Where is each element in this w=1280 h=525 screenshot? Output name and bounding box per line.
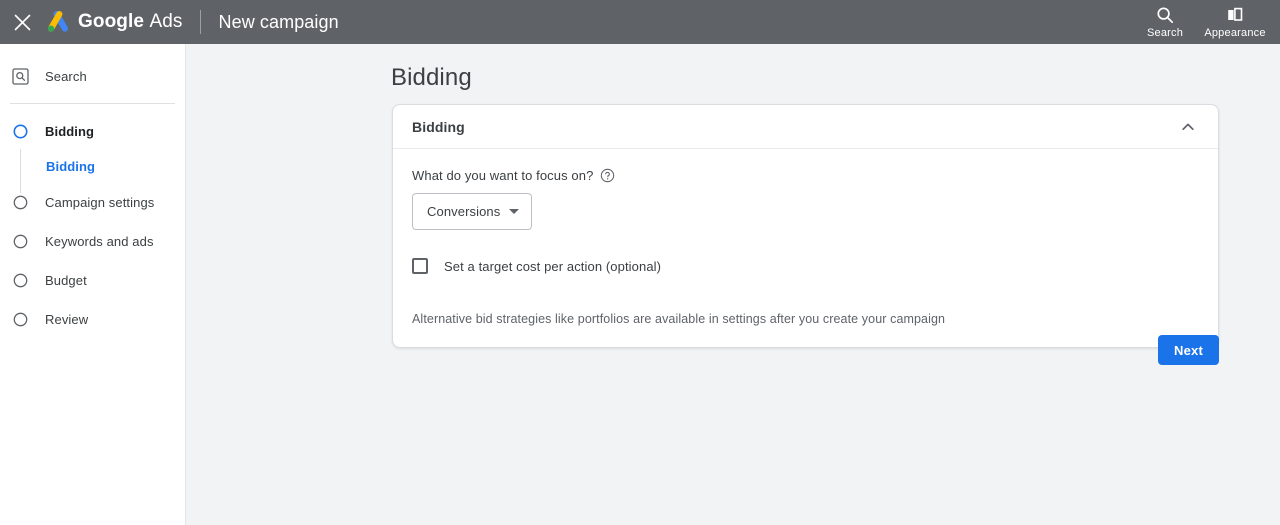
caret-down-icon [509,209,520,214]
bid-strategy-note: Alternative bid strategies like portfoli… [412,312,946,326]
focus-field-label-row: What do you want to focus on? [412,168,1199,183]
top-app-bar: Google Ads New campaign Search Appearanc… [0,0,1280,44]
bidding-card-body: What do you want to focus on? Conversion… [393,149,1218,347]
help-circle-icon[interactable] [600,168,615,183]
sidebar-item-bidding[interactable]: Bidding [0,115,185,147]
focus-select[interactable]: Conversions [412,193,533,230]
sidebar-divider [10,103,175,104]
sidebar-item-budget[interactable]: Budget [0,264,185,296]
sidebar-item-label: Budget [45,272,87,288]
header-divider [200,10,202,34]
search-button[interactable]: Search [1134,2,1196,39]
chevron-up-icon[interactable] [1172,111,1204,143]
sidebar-item-review[interactable]: Review [0,303,185,335]
close-icon[interactable] [11,11,33,33]
radio-icon [10,270,30,290]
target-cpa-checkbox-label: Set a target cost per action (optional) [444,258,662,274]
search-button-label: Search [1146,27,1184,39]
next-button[interactable]: Next [1158,335,1219,365]
appearance-button-label: Appearance [1204,27,1266,39]
radio-icon [10,309,30,329]
focus-field-label: What do you want to focus on? [412,168,594,183]
sidebar-item-label: Bidding [45,123,95,139]
focus-select-value: Conversions [427,204,501,219]
brand-google: Google [78,11,145,32]
top-bar-actions: Search Appearance [1134,0,1280,44]
campaign-steps-sidebar: Search Bidding Bidding Campaign settings [0,44,186,525]
sidebar-subitems: Bidding [0,149,185,193]
sidebar-subitem-rail [20,149,21,193]
brand-ads: Ads [149,11,183,32]
sidebar-item-label: Search [45,68,87,84]
radio-icon [10,231,30,251]
sidebar-item-label: Keywords and ads [45,233,154,249]
main-content: Bidding Bidding What do you want to focu… [186,44,1280,525]
bidding-card-title: Bidding [412,118,465,135]
search-icon [1156,4,1174,25]
page-title: Bidding [391,64,472,91]
sidebar-item-label: Review [45,311,89,327]
appearance-button[interactable]: Appearance [1196,2,1274,39]
sidebar-subitem-label: Bidding [46,158,96,174]
google-ads-logo [45,10,71,34]
radio-active-icon [10,121,30,141]
sidebar-item-keywords-and-ads[interactable]: Keywords and ads [0,225,185,257]
bidding-card: Bidding What do you want to focus on? Co… [392,104,1219,348]
appearance-icon [1226,4,1244,25]
brand-title: Google Ads [78,11,182,33]
radio-icon [10,192,30,212]
sidebar-item-label: Campaign settings [45,194,155,210]
search-campaign-icon [10,66,30,86]
sidebar-item-campaign-settings[interactable]: Campaign settings [0,186,185,218]
sidebar-item-search-campaign-type[interactable]: Search [0,60,185,92]
sidebar-subitem-bidding[interactable]: Bidding [22,152,185,180]
page-context-label: New campaign [218,11,339,32]
target-cpa-checkbox-row[interactable]: Set a target cost per action (optional) [412,258,1199,274]
bidding-card-header[interactable]: Bidding [393,105,1218,149]
target-cpa-checkbox[interactable] [412,258,428,274]
